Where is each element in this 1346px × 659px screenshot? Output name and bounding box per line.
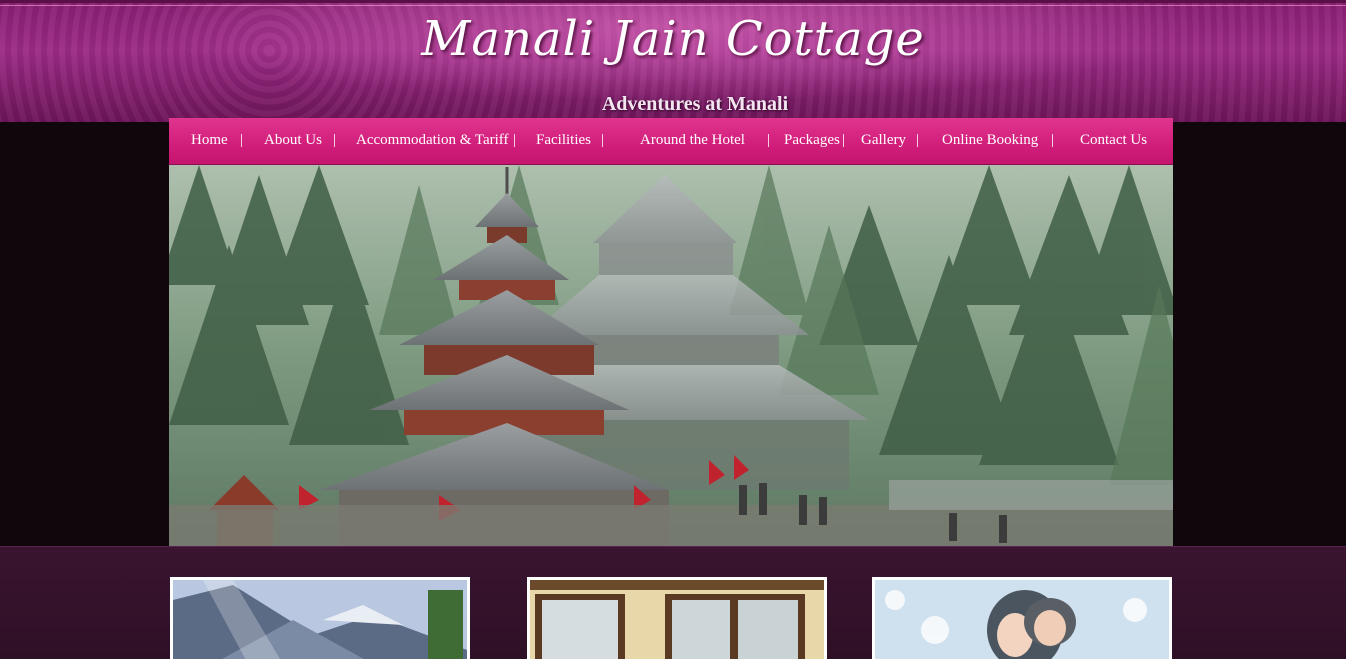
nav-packages[interactable]: Packages xyxy=(784,132,840,149)
nav-separator: | xyxy=(601,132,605,148)
site-title[interactable]: Manali Jain Cottage xyxy=(0,11,1346,67)
snow-couple-image xyxy=(875,580,1169,659)
thumbnail-cottage-room[interactable] xyxy=(527,577,827,659)
nav-contact-us[interactable]: Contact Us xyxy=(1080,132,1147,149)
main-nav: Home | About Us | Accommodation & Tariff… xyxy=(169,118,1173,165)
header-top-line xyxy=(0,5,1346,6)
site-subtitle: Adventures at Manali xyxy=(601,93,789,115)
mountain-valley-image xyxy=(173,580,467,659)
hero-banner-image xyxy=(169,165,1173,546)
thumbnail-mountain-valley[interactable] xyxy=(170,577,470,659)
cottage-room-window-image xyxy=(530,580,824,659)
nav-about-us[interactable]: About Us xyxy=(264,132,322,149)
nav-separator: | xyxy=(842,132,846,148)
nav-separator: | xyxy=(240,132,244,148)
nav-separator: | xyxy=(916,132,920,148)
hero-temple-illustration xyxy=(169,165,1173,546)
nav-accommodation-tariff[interactable]: Accommodation & Tariff xyxy=(356,132,509,149)
thumbnail-snow-couple[interactable] xyxy=(872,577,1172,659)
nav-separator: | xyxy=(1051,132,1055,148)
nav-separator: | xyxy=(513,132,517,148)
nav-home[interactable]: Home xyxy=(191,132,228,149)
nav-online-booking[interactable]: Online Booking xyxy=(942,132,1038,149)
nav-gallery[interactable]: Gallery xyxy=(861,132,906,149)
nav-separator: | xyxy=(333,132,337,148)
nav-around-the-hotel[interactable]: Around the Hotel xyxy=(640,132,745,149)
nav-separator: | xyxy=(767,132,771,148)
nav-facilities[interactable]: Facilities xyxy=(536,132,591,149)
site-header: Manali Jain Cottage Adventures at Manali xyxy=(0,0,1346,122)
